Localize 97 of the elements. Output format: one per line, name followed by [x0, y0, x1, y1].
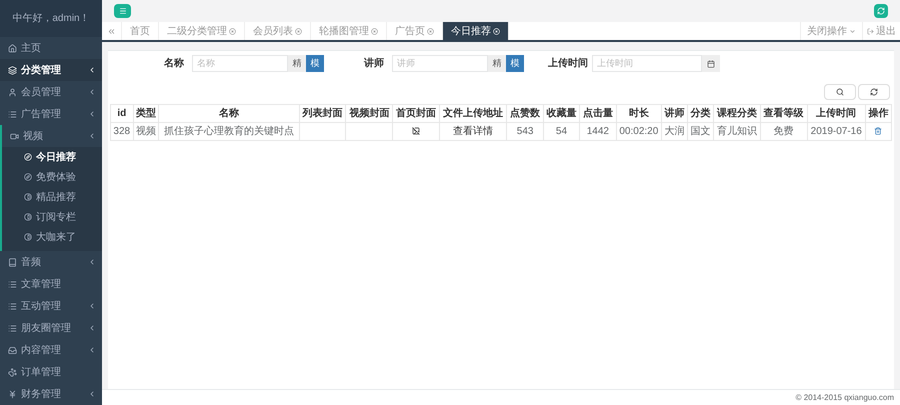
list-icon	[8, 110, 17, 118]
tab[interactable]: 今日推荐	[443, 22, 509, 40]
exact-addon[interactable]: 精	[288, 55, 306, 72]
tab[interactable]: 会员列表	[245, 22, 311, 40]
fuzzy-button[interactable]: 模	[306, 55, 324, 72]
submenu-item[interactable]: 免费体验	[2, 167, 102, 187]
table-cell: 视频	[136, 126, 156, 137]
sidebar-item[interactable]: 文章管理	[0, 273, 102, 295]
column-header: 上传时间	[807, 104, 866, 122]
table-cell: 育儿知识	[716, 126, 757, 137]
inbox-icon	[8, 346, 17, 354]
table-cell: 免费	[774, 126, 794, 137]
reset-button[interactable]	[858, 84, 890, 100]
sidebar-item[interactable]: 订单管理	[0, 361, 102, 383]
table-cell: 大润	[664, 126, 685, 137]
double-chevron-icon	[107, 26, 116, 36]
compass-icon	[24, 173, 32, 181]
table-cell: 2019-07-16	[810, 126, 862, 137]
menu-toggle-button[interactable]	[114, 4, 131, 18]
calendar-icon	[707, 60, 715, 68]
table-cell: 抓住孩子心理教育的关键时点	[164, 126, 294, 137]
date-input[interactable]: 上传时间	[592, 55, 702, 72]
filter-label: 名称	[163, 56, 184, 71]
sidebar-item[interactable]: 财务管理	[0, 383, 102, 405]
table-cell: 328	[113, 126, 130, 137]
broken-image-icon	[412, 127, 420, 136]
table-cell: 543	[516, 126, 534, 137]
column-header: 时长	[616, 104, 662, 122]
column-header: 类型	[133, 104, 159, 122]
sidebar-item[interactable]: 朋友圈管理	[0, 317, 102, 339]
column-header: 操作	[865, 104, 892, 122]
yen-icon	[8, 390, 17, 398]
sidebar-item[interactable]: 内容管理	[0, 339, 102, 361]
tab[interactable]: 首页	[122, 22, 159, 40]
sidebar-item[interactable]: 广告管理	[0, 103, 102, 125]
sidebar-item[interactable]: 会员管理	[0, 81, 102, 103]
refresh-icon	[877, 7, 885, 15]
sidebar-item[interactable]: 分类管理	[0, 59, 102, 81]
footer-text: © 2014-2015 qxianguo.com	[796, 392, 894, 404]
refresh-button[interactable]	[874, 4, 888, 18]
logout-icon	[867, 28, 874, 34]
list-icon	[8, 280, 17, 288]
home-icon	[8, 44, 17, 52]
sidebar-item[interactable]: 音频	[0, 251, 102, 273]
tab[interactable]: 二级分类管理	[159, 22, 245, 40]
table-cell: 1442	[586, 126, 609, 137]
caret-icon	[849, 28, 856, 34]
submenu-item[interactable]: 订阅专栏	[2, 207, 102, 227]
tab[interactable]: 轮播图管理	[311, 22, 387, 40]
calendar-addon[interactable]	[702, 55, 720, 72]
column-header: 名称	[158, 104, 300, 122]
close-operations-label: 关闭操作	[807, 24, 847, 38]
table-cell: 00:02:20	[619, 126, 658, 137]
menu-icon	[118, 7, 126, 15]
half-icon	[24, 233, 32, 241]
column-header: 视频封面	[346, 104, 393, 122]
search-icon	[836, 88, 844, 96]
layers-icon	[8, 66, 17, 74]
column-header: 查看等级	[760, 104, 808, 122]
submenu-item[interactable]: 今日推荐	[2, 147, 102, 167]
column-header: 点赞数	[506, 104, 544, 122]
half-icon	[24, 193, 32, 201]
book-icon	[8, 258, 17, 266]
submenu-item[interactable]: 精品推荐	[2, 187, 102, 207]
table-cell: 国文	[690, 126, 711, 137]
column-header: 分类	[688, 104, 714, 122]
fuzzy-button[interactable]: 模	[506, 55, 524, 72]
column-header: 点击量	[580, 104, 616, 122]
exact-addon[interactable]: 精	[488, 55, 506, 72]
user-icon	[8, 88, 17, 96]
table-cell: 54	[556, 126, 568, 137]
video-icon	[10, 132, 19, 140]
logout-label: 退出	[876, 24, 896, 38]
logout-button[interactable]: 退出	[862, 22, 900, 40]
sidebar-item[interactable]: 主页	[0, 37, 102, 59]
compass-icon	[24, 153, 32, 161]
sidebar-item[interactable]: 互动管理	[0, 295, 102, 317]
list-icon	[8, 324, 17, 332]
filter-input[interactable]: 名称	[192, 55, 288, 72]
list-icon	[8, 302, 17, 310]
column-header: 收藏量	[543, 104, 580, 122]
greeting-text: 中午好，admin！	[12, 12, 90, 26]
search-button[interactable]	[824, 84, 856, 100]
filter-label: 讲师	[362, 56, 384, 71]
close-operations-dropdown[interactable]: 关闭操作	[800, 22, 862, 40]
filter-input[interactable]: 讲师	[392, 55, 488, 72]
submenu-item[interactable]: 大咖来了	[2, 227, 102, 247]
paw-icon	[8, 368, 17, 376]
column-header: 列表封面	[299, 104, 346, 122]
column-header: 文件上传地址	[439, 104, 507, 122]
column-header: 课程分类	[714, 104, 760, 122]
column-header: 讲师	[662, 104, 688, 122]
column-header: 首页封面	[392, 104, 440, 122]
half-icon	[24, 213, 32, 221]
column-header: id	[110, 104, 134, 122]
delete-icon[interactable]	[874, 127, 882, 136]
refresh-icon	[870, 88, 878, 96]
